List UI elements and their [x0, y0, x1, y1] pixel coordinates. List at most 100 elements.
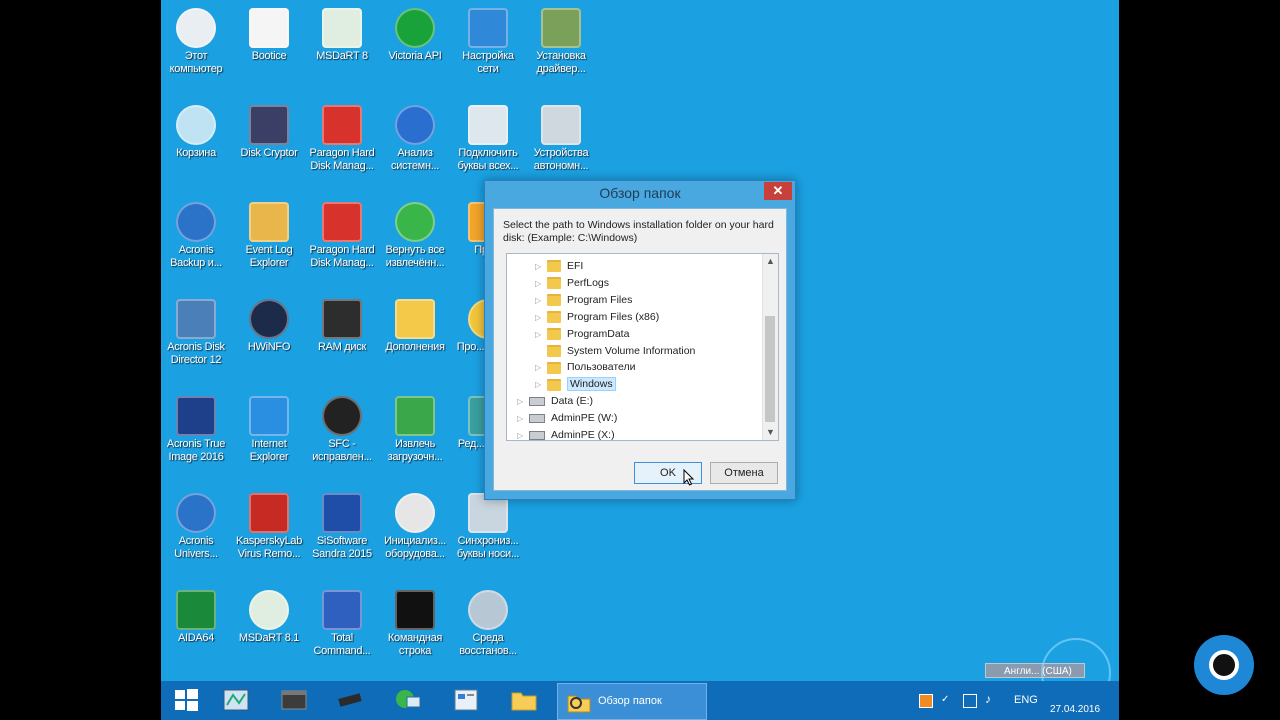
desktop-icon-label: KasperskyLab Virus Remo...: [235, 535, 303, 560]
desktop-icon[interactable]: MSDaRT 8.1: [234, 584, 304, 674]
desktop-icon[interactable]: Acronis Univers...: [161, 487, 231, 577]
expand-arrow-icon[interactable]: ▷: [535, 309, 547, 326]
volume-icon[interactable]: ♪: [985, 692, 991, 706]
acronis-universal-icon: [176, 493, 216, 533]
window-manager-icon[interactable]: [279, 685, 309, 715]
desktop-icon[interactable]: Acronis Backup и...: [161, 196, 231, 286]
system-analysis-icon: [395, 105, 435, 145]
desktop-icon[interactable]: MSDaRT 8: [307, 2, 377, 92]
vertical-scrollbar[interactable]: ▲ ▼: [762, 254, 778, 440]
tree-node-label: EFI: [567, 260, 584, 272]
desktop-icon[interactable]: Disk Cryptor: [234, 99, 304, 189]
desktop-icon[interactable]: Acronis Disk Director 12: [161, 293, 231, 383]
dialog-description: Select the path to Windows installation …: [503, 219, 774, 244]
input-language[interactable]: ENG: [1014, 694, 1038, 706]
acronis-backup-icon: [176, 202, 216, 242]
desktop-icon[interactable]: Инициализ... оборудова...: [380, 487, 450, 577]
desktop-icon[interactable]: RAM диск: [307, 293, 377, 383]
folder-icon[interactable]: [509, 685, 539, 715]
cmd-icon: [395, 590, 435, 630]
expand-arrow-icon[interactable]: ▷: [535, 292, 547, 309]
desktop-icon-label: Этот компьютер: [169, 50, 223, 75]
desktop-icon-label: Извлечь загрузочн...: [387, 438, 443, 463]
desktop-icon[interactable]: AIDA64: [161, 584, 231, 674]
scroll-down-icon[interactable]: ▼: [763, 425, 778, 440]
desktop-icon[interactable]: Дополнения: [380, 293, 450, 383]
tray-icon-2[interactable]: ✓: [941, 694, 953, 706]
desktop-icon[interactable]: Командная строка: [380, 584, 450, 674]
aida64-icon: [176, 590, 216, 630]
desktop-icon[interactable]: Bootice: [234, 2, 304, 92]
tree-node[interactable]: ▷ EFI: [535, 258, 583, 275]
desktop-icon[interactable]: Среда восстанов...: [453, 584, 523, 674]
browse-folder-icon: [567, 695, 591, 713]
desktop-icon[interactable]: Paragon Hard Disk Manag...: [307, 99, 377, 189]
tree-node[interactable]: ▷ ProgramData: [535, 326, 629, 343]
expand-arrow-icon[interactable]: ▷: [517, 410, 529, 427]
network-settings-icon: [468, 8, 508, 48]
desktop-icon[interactable]: Event Log Explorer: [234, 196, 304, 286]
expand-arrow-icon[interactable]: ▷: [517, 427, 529, 440]
tray-icon-1[interactable]: [919, 694, 933, 708]
expand-arrow-icon[interactable]: ▷: [535, 376, 547, 393]
expand-arrow-icon[interactable]: ▷: [535, 359, 547, 376]
desktop-icon[interactable]: Internet Explorer: [234, 390, 304, 480]
desktop-icon[interactable]: SFC - исправлен...: [307, 390, 377, 480]
desktop-icon[interactable]: KasperskyLab Virus Remo...: [234, 487, 304, 577]
desktop-icon[interactable]: Устройства автономн...: [526, 99, 596, 189]
explorer-map-icon[interactable]: [221, 685, 251, 715]
taskbar-active-task[interactable]: Обзор папок: [557, 683, 707, 720]
close-button[interactable]: ✕: [764, 182, 792, 200]
scroll-up-icon[interactable]: ▲: [763, 254, 778, 269]
desktop-icon[interactable]: Вернуть все извлечённ...: [380, 196, 450, 286]
desktop-icon[interactable]: Настройка сети: [453, 2, 523, 92]
tree-node[interactable]: ▷ AdminPE (W:): [517, 410, 617, 427]
clock-date[interactable]: 27.04.2016: [1050, 704, 1100, 715]
desktop-icon[interactable]: Этот компьютер: [161, 2, 231, 92]
tree-node[interactable]: ▷ Windows: [535, 376, 616, 393]
folder-icon: [547, 378, 561, 391]
desktop-icon[interactable]: Синхрониз... буквы носи...: [453, 487, 523, 577]
desktop-icon[interactable]: Анализ системн...: [380, 99, 450, 189]
desktop-icon-label: Victoria API: [388, 50, 442, 62]
ram-disk-icon: [322, 299, 362, 339]
tree-node[interactable]: ▷ Program Files: [535, 292, 632, 309]
scroll-thumb[interactable]: [765, 316, 775, 422]
desktop-icon[interactable]: HWiNFO: [234, 293, 304, 383]
desktop-icon[interactable]: Подключить буквы всех...: [453, 99, 523, 189]
recovery-env-icon: [468, 590, 508, 630]
sfc-icon: [322, 396, 362, 436]
desktop-icon[interactable]: Total Command...: [307, 584, 377, 674]
event-log-icon: [249, 202, 289, 242]
expand-arrow-icon[interactable]: ▷: [535, 258, 547, 275]
desktop-icon[interactable]: Извлечь загрузочн...: [380, 390, 450, 480]
start-windows-icon[interactable]: [171, 685, 201, 715]
desktop-icon[interactable]: Paragon Hard Disk Manag...: [307, 196, 377, 286]
dialog-title: Обзор папок: [599, 185, 681, 201]
chip-icon[interactable]: [335, 685, 365, 715]
tree-node[interactable]: ▷ Program Files (x86): [535, 309, 659, 326]
folder-tree[interactable]: ▷ EFI ▷ PerfLogs ▷ Program Files ▷ Program File…: [506, 253, 779, 441]
desktop-icon-label: Подключить буквы всех...: [457, 147, 519, 172]
expand-arrow-icon[interactable]: ▷: [535, 326, 547, 343]
desktop-icon-label: Корзина: [176, 147, 216, 159]
tree-node[interactable]: ▷ Data (E:): [517, 393, 593, 410]
desktop-icon[interactable]: Acronis True Image 2016: [161, 390, 231, 480]
network-icon[interactable]: [393, 685, 423, 715]
tray-network-icon[interactable]: [963, 694, 977, 708]
desktop-icon[interactable]: Установка драйвер...: [526, 2, 596, 92]
desktop-icon[interactable]: Victoria API: [380, 2, 450, 92]
tree-node[interactable]: ▷ PerfLogs: [535, 275, 609, 292]
tree-node[interactable]: System Volume Information: [535, 343, 695, 360]
desktop-icon[interactable]: SiSoftware Sandra 2015: [307, 487, 377, 577]
hw-init-icon: [395, 493, 435, 533]
driver-install-icon: [541, 8, 581, 48]
registry-icon[interactable]: [451, 685, 481, 715]
expand-arrow-icon[interactable]: ▷: [517, 393, 529, 410]
expand-arrow-icon[interactable]: ▷: [535, 275, 547, 292]
desktop-icon[interactable]: Корзина: [161, 99, 231, 189]
cancel-button[interactable]: Отмена: [710, 462, 778, 484]
tree-node-label: AdminPE (W:): [551, 412, 618, 425]
tree-node[interactable]: ▷ AdminPE (X:): [517, 427, 615, 440]
tree-node[interactable]: ▷ Пользователи: [535, 359, 636, 376]
